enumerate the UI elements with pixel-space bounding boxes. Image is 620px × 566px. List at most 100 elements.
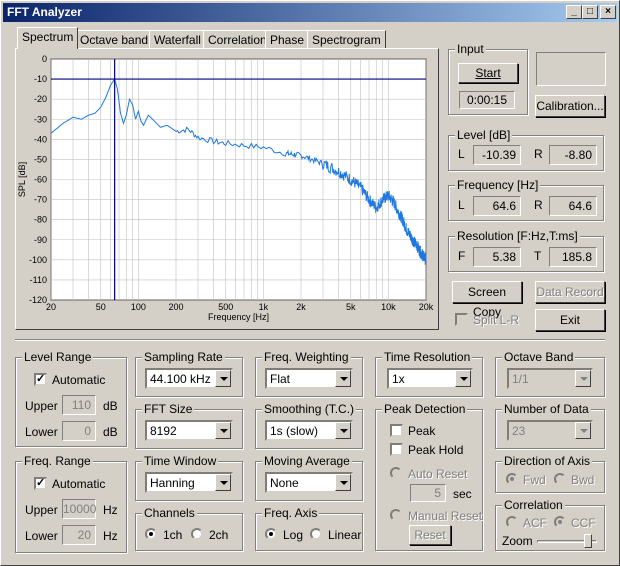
tab-phase[interactable]: Phase <box>265 30 310 49</box>
chevron-down-icon <box>215 370 231 387</box>
channels-1ch-label: 1ch <box>163 528 183 542</box>
sampling-rate-title: Sampling Rate <box>142 350 225 364</box>
tab-octave-band[interactable]: Octave band <box>75 30 154 49</box>
split-lr-checkbox[interactable] <box>455 313 468 326</box>
time-resolution-title: Time Resolution <box>382 350 473 364</box>
direction-fwd-radio[interactable] <box>506 473 518 485</box>
y-tick-label: 0 <box>42 54 47 64</box>
peak-hold-label: Peak Hold <box>408 443 464 457</box>
level-range-automatic-checkbox[interactable]: ✓ <box>34 373 47 386</box>
x-tick-label: 200 <box>168 302 183 312</box>
y-tick-label: -40 <box>34 134 47 144</box>
time-window-select[interactable]: Hanning <box>145 472 233 493</box>
fft-size-select[interactable]: 8192 <box>145 420 233 441</box>
frequency-l-value: 64.6 <box>473 196 521 216</box>
tab-spectrum[interactable]: Spectrum <box>17 27 79 49</box>
correlation-acf-radio[interactable] <box>506 516 518 528</box>
y-tick-label: -90 <box>34 235 47 245</box>
chevron-down-icon <box>215 422 231 439</box>
level-r-value: -8.80 <box>549 145 597 165</box>
tab-waterfall[interactable]: Waterfall <box>149 30 206 49</box>
level-lower-input[interactable]: 0 <box>62 421 96 441</box>
direction-bwd-label: Bwd <box>571 473 595 487</box>
x-tick-label: 2k <box>296 302 306 312</box>
elapsed-time: 0:00:15 <box>459 91 515 109</box>
octave-band-select[interactable]: 1/1 <box>507 368 593 389</box>
tab-spectrogram[interactable]: Spectrogram <box>307 30 386 49</box>
freq-upper-input[interactable]: 10000 <box>62 499 96 519</box>
screen-copy-button[interactable]: Screen Copy <box>452 281 522 319</box>
input-group-title: Input <box>455 42 486 56</box>
title-bar[interactable]: FFT Analyzer <box>3 3 617 22</box>
tab-correlation[interactable]: Correlation <box>203 30 272 49</box>
minimize-button[interactable]: _ <box>566 5 582 19</box>
start-button[interactable]: Start <box>458 63 518 83</box>
auto-reset-seconds-input[interactable]: 5 <box>410 484 446 502</box>
freq-axis-linear-label: Linear <box>328 528 362 542</box>
level-lower-unit: dB <box>103 425 118 439</box>
moving-average-title: Moving Average <box>262 454 352 468</box>
reset-button[interactable]: Reset <box>409 525 451 545</box>
freq-range-automatic-checkbox[interactable]: ✓ <box>34 477 47 490</box>
freq-weighting-select[interactable]: Flat <box>265 368 353 389</box>
freq-upper-label: Upper <box>25 503 58 517</box>
window-title: FFT Analyzer <box>7 5 82 19</box>
auto-reset-radio[interactable] <box>390 467 402 479</box>
channels-1ch-radio[interactable] <box>145 528 157 540</box>
freq-axis-log-radio[interactable] <box>265 528 277 540</box>
zoom-slider-thumb[interactable] <box>584 534 592 548</box>
level-l-label: L <box>458 147 465 161</box>
time-window-title: Time Window <box>142 454 219 468</box>
smoothing-select[interactable]: 1s (slow) <box>265 420 353 441</box>
exit-button[interactable]: Exit <box>535 309 605 331</box>
fft-size-title: FFT Size <box>142 402 195 416</box>
spectrum-chart[interactable]: 0 -10 -20 -30 -40 -50 -60 -70 -80 -90 -100 -110 -120… <box>15 49 439 329</box>
time-resolution-value: 1x <box>392 372 405 386</box>
peak-hold-checkbox[interactable] <box>390 443 403 456</box>
chevron-down-icon <box>575 422 591 439</box>
resolution-t-value: 185.8 <box>549 247 597 267</box>
x-tick-label: 10k <box>381 302 396 312</box>
peak-checkbox[interactable] <box>390 424 403 437</box>
y-tick-label: -120 <box>29 295 47 305</box>
freq-lower-input[interactable]: 20 <box>62 525 96 545</box>
freq-axis-log-label: Log <box>283 528 304 542</box>
frequency-r-value: 64.6 <box>549 196 597 216</box>
chevron-down-icon <box>335 370 351 387</box>
correlation-ccf-radio[interactable] <box>554 516 566 528</box>
manual-reset-radio[interactable] <box>390 509 402 521</box>
level-upper-input[interactable]: 110 <box>62 395 96 415</box>
fft-size-value: 8192 <box>150 424 177 438</box>
close-button[interactable]: × <box>600 5 616 19</box>
number-of-data-select[interactable]: 23 <box>507 420 593 441</box>
channels-title: Channels <box>142 506 197 520</box>
octave-band-title: Octave Band <box>502 350 576 364</box>
frequency-l-label: L <box>458 198 465 212</box>
y-tick-label: -30 <box>34 114 47 124</box>
reset-button-label: Reset <box>414 528 446 542</box>
freq-axis-title: Freq. Axis <box>262 506 320 520</box>
data-record-button[interactable]: Data Record <box>535 281 605 303</box>
freq-axis-linear-radio[interactable] <box>310 528 322 540</box>
chevron-down-icon <box>215 474 231 491</box>
channels-2ch-label: 2ch <box>209 528 229 542</box>
direction-bwd-radio[interactable] <box>554 473 566 485</box>
time-resolution-select[interactable]: 1x <box>387 368 473 389</box>
freq-weighting-value: Flat <box>270 372 291 386</box>
smoothing-value: 1s (slow) <box>270 424 319 438</box>
correlation-title: Correlation <box>502 498 565 512</box>
direction-of-axis-title: Direction of Axis <box>502 454 593 468</box>
channels-2ch-radio[interactable] <box>191 528 203 540</box>
calibration-button[interactable]: Calibration... <box>535 95 605 117</box>
freq-upper-unit: Hz <box>103 503 118 517</box>
auto-reset-sec-label: sec <box>453 487 472 501</box>
freq-range-title: Freq. Range <box>22 454 93 468</box>
maximize-button[interactable]: □ <box>582 5 598 19</box>
y-axis-label: SPL [dB] <box>17 162 27 197</box>
moving-average-select[interactable]: None <box>265 472 353 493</box>
y-tick-label: -110 <box>30 275 47 285</box>
sampling-rate-select[interactable]: 44.100 kHz <box>145 368 233 389</box>
level-range-title: Level Range <box>22 350 94 364</box>
level-range-automatic-label: Automatic <box>52 373 106 387</box>
resolution-f-label: F <box>458 249 466 263</box>
